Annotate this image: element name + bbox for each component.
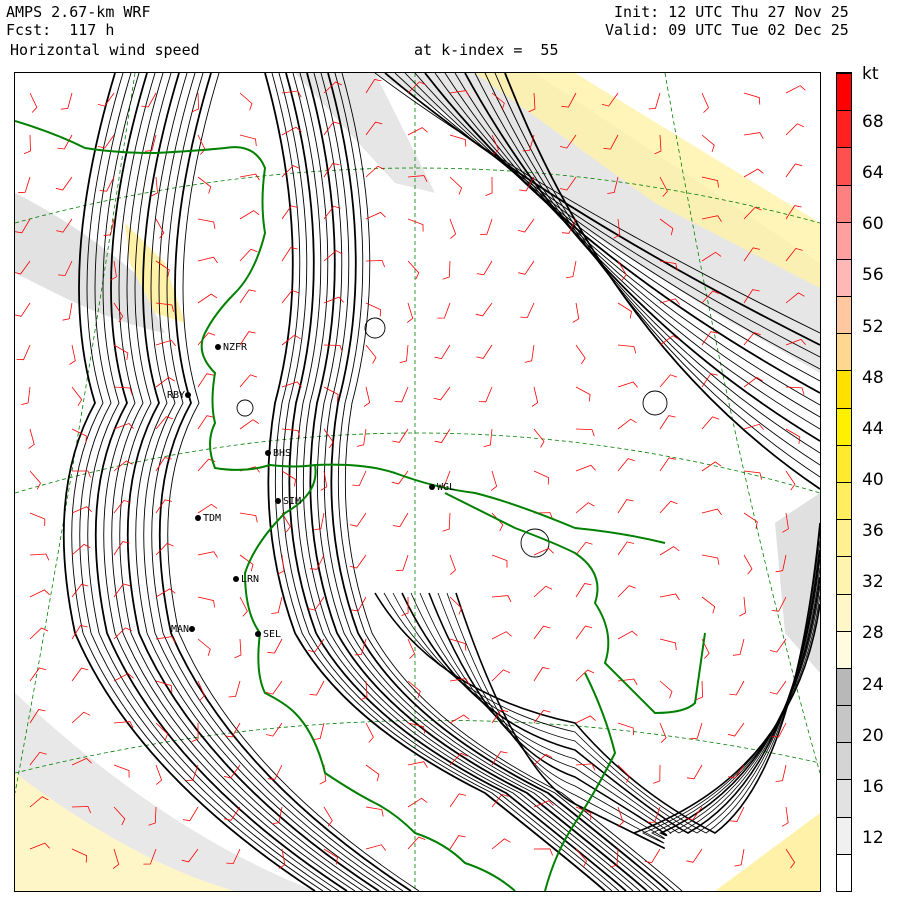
colorbar-segment — [837, 258, 851, 297]
colorbar-segment — [837, 147, 851, 185]
colorbar-tick-label: 20 — [862, 725, 884, 746]
valid-time: Valid: 09 UTC Tue 02 Dec 25 — [605, 21, 849, 39]
station-bhs: BHS — [265, 449, 291, 459]
colorbar-segment — [837, 593, 851, 631]
station-label: RBY — [167, 390, 186, 401]
station-nzfr: NZFR — [215, 343, 247, 353]
station-dot-icon — [215, 344, 221, 350]
station-label: LRN — [241, 574, 260, 585]
map-canvas — [15, 73, 820, 891]
model-title: AMPS 2.67-km WRF — [6, 3, 151, 21]
colorbar-segment — [837, 407, 851, 445]
station-lrn: LRN — [233, 575, 259, 585]
colorbar-tick-label: 44 — [862, 418, 884, 439]
colorbar-tick-label: 40 — [862, 470, 884, 490]
station-label: MAN — [171, 624, 190, 635]
init-time: Init: 12 UTC Thu 27 Nov 25 — [614, 3, 849, 21]
colorbar-segment — [837, 221, 851, 259]
colorbar-segment — [837, 630, 851, 668]
colorbar-tick-label: 64 — [862, 163, 884, 184]
station-label: SEL — [263, 629, 282, 640]
colorbar-tick-label: 52 — [862, 316, 884, 337]
field-name: Horizontal wind speed — [10, 41, 200, 59]
colorbar-segment — [837, 519, 851, 557]
colorbar-tick-label: 24 — [862, 674, 884, 695]
station-dot-icon — [429, 484, 435, 490]
colorbar-tick-label: 60 — [862, 214, 884, 235]
wind-speed-map: NZFR RBY BHS WGL TDM SIM LRN MAN SEL — [14, 72, 821, 892]
station-dot-icon — [185, 392, 192, 398]
station-rby: RBY — [167, 391, 193, 401]
station-dot-icon — [265, 450, 271, 456]
station-label: SIM — [283, 496, 302, 507]
colorbar-tick-label: 16 — [862, 776, 884, 797]
colorbar-segment — [837, 110, 851, 148]
colorbar-segment — [837, 742, 851, 780]
colorbar-tick-label: 68 — [862, 112, 884, 132]
colorbar-segment — [837, 556, 851, 594]
station-label: BHS — [273, 448, 292, 459]
colorbar — [836, 72, 852, 892]
station-label: NZFR — [223, 342, 248, 353]
station-dot-icon — [233, 576, 239, 582]
colorbar-tick-label: 36 — [862, 521, 884, 542]
station-sim: SIM — [275, 497, 301, 507]
colorbar-tick-label: 56 — [862, 265, 884, 286]
station-dot-icon — [189, 626, 196, 632]
colorbar-segment — [837, 482, 851, 520]
station-dot-icon — [255, 631, 261, 637]
colorbar-segment — [837, 370, 851, 408]
level-label: at k-index = 55 — [414, 41, 559, 59]
station-man: MAN — [171, 625, 197, 635]
station-wgl: WGL — [429, 483, 455, 493]
colorbar-segment — [837, 296, 851, 334]
station-label: WGL — [437, 482, 456, 493]
forecast-hour: Fcst: 117 h — [6, 21, 115, 39]
station-label: TDM — [203, 513, 222, 524]
colorbar-tick-label: 12 — [862, 828, 884, 848]
colorbar-segment — [837, 667, 851, 706]
colorbar-segment — [837, 853, 851, 891]
station-dot-icon — [195, 515, 201, 521]
station-tdm: TDM — [195, 514, 221, 524]
colorbar-tick-label: 32 — [862, 572, 884, 593]
colorbar-segment — [837, 444, 851, 482]
colorbar-tick-label: 28 — [862, 623, 884, 644]
colorbar-segment — [837, 333, 851, 371]
station-sel: SEL — [255, 630, 281, 640]
colorbar-tick-label: 48 — [862, 367, 884, 388]
colorbar-segment — [837, 73, 851, 111]
speed-shading — [15, 73, 820, 891]
colorbar-segment — [837, 184, 851, 222]
colorbar-segment — [837, 816, 851, 854]
colorbar-segment — [837, 779, 851, 817]
colorbar-segment — [837, 705, 851, 743]
station-dot-icon — [275, 498, 281, 504]
colorbar-unit: kt — [862, 64, 879, 84]
